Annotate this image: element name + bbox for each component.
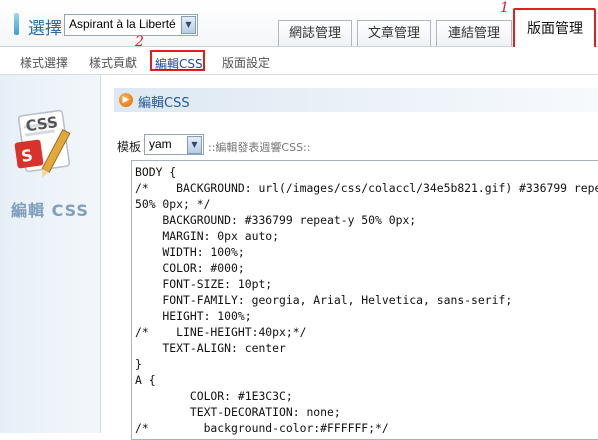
left-panel: CSS S 編輯 CSS	[0, 75, 101, 433]
css-line: /* LINE-HEIGHT:40px;*/	[135, 325, 307, 339]
css-line: MARGIN: 0px auto;	[135, 229, 280, 243]
css-editor-textarea[interactable]: BODY { /* BACKGROUND: url(/images/css/co…	[131, 160, 598, 440]
css-line: COLOR: #000;	[135, 261, 245, 275]
css-line: WIDTH: 100%;	[135, 245, 245, 259]
css-line: 50% 0px; */	[135, 197, 211, 211]
css-line: BODY {	[135, 165, 177, 179]
chevron-down-icon[interactable]: ▼	[187, 136, 202, 154]
css-line: COLOR: #1E3C3C;	[135, 389, 293, 403]
section-title: 編輯CSS	[138, 96, 190, 111]
css-line: BACKGROUND: #336799 repeat-y 50% 0px;	[135, 213, 417, 227]
tab-article-manage[interactable]: 文章管理	[357, 20, 431, 46]
template-hint: ::編輯發表週響CSS::	[208, 141, 311, 154]
tab-link-manage[interactable]: 連結管理	[436, 20, 512, 46]
subnav-style-contribute[interactable]: 樣式貢獻	[89, 54, 137, 71]
css-line: }	[135, 357, 142, 371]
css-line: TEXT-DECORATION: none;	[135, 405, 341, 419]
blog-select[interactable]: Aspirant à la Liberté ▼	[64, 14, 198, 36]
accent-bar	[14, 13, 19, 35]
tab-layout-manage[interactable]: 版面管理	[518, 12, 592, 46]
css-file-pencil-icon: CSS S	[14, 109, 71, 178]
blog-select-value: Aspirant à la Liberté	[69, 17, 176, 31]
css-line: /* BACKGROUND: url(/images/css/colaccl/3…	[135, 181, 598, 195]
sidebar-title: 編輯 CSS	[11, 201, 89, 220]
template-select[interactable]: yam ▼	[144, 134, 204, 155]
css-line: HEIGHT: 100%;	[135, 309, 252, 323]
css-line: TEXT-ALIGN: center	[135, 341, 286, 355]
subnav-style-select[interactable]: 樣式選擇	[20, 54, 68, 71]
subnav-edit-css[interactable]: 編輯CSS	[155, 55, 203, 72]
sub-nav: 樣式選擇 樣式貢獻 版面設定	[0, 47, 598, 75]
css-line: FONT-SIZE: 10pt;	[135, 277, 273, 291]
template-select-value: yam	[149, 137, 172, 151]
tab-blog-manage[interactable]: 網誌管理	[278, 20, 352, 46]
section-header: ▶ 編輯CSS	[114, 88, 598, 112]
css-line: FONT-FAMILY: georgia, Arial, Helvetica, …	[135, 293, 513, 307]
css-line: A {	[135, 373, 156, 387]
annotation-number-1: 1	[500, 0, 509, 16]
chevron-down-icon[interactable]: ▼	[181, 16, 196, 34]
subnav-layout-settings[interactable]: 版面設定	[222, 54, 270, 71]
arrow-right-circle-icon: ▶	[119, 93, 133, 107]
blog-select-label: 選擇	[28, 19, 62, 39]
template-label: 模板	[117, 140, 142, 154]
annotation-number-2: 2	[135, 34, 144, 50]
